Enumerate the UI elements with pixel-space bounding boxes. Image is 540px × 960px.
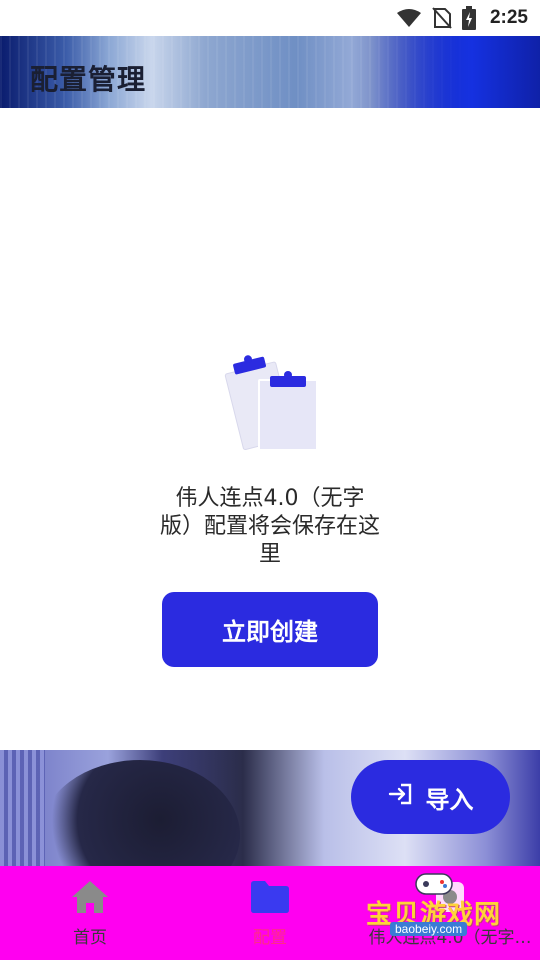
nav-item-label: 首页 [73,927,107,948]
home-icon [70,879,110,919]
create-now-button[interactable]: 立即创建 [162,592,378,667]
clipboard-icon [224,350,320,456]
import-icon [388,782,414,812]
nav-item-label: 配置 [253,927,287,948]
nav-item-app[interactable]: 伟人连点4.0（无字… [360,866,540,960]
page-title: 配置管理 [30,63,147,96]
nav-item-label: 伟人连点4.0（无字… [368,927,532,948]
folder-icon [249,879,291,919]
status-bar: 2:25 [0,0,540,36]
status-time: 2:25 [489,7,528,28]
app-icon [430,879,470,919]
empty-state-message: 伟人连点4.0（无字版）配置将会保存在这里 [160,486,381,567]
app-header: 配置管理 [0,36,540,108]
bottom-navigation: 首页 配置 伟人连点4.0（无字… [0,866,540,960]
battery-charging-icon [461,6,476,30]
nav-item-home[interactable]: 首页 [0,866,180,960]
nav-item-config[interactable]: 配置 [180,866,360,960]
import-label: 导入 [425,785,474,814]
wifi-icon [396,8,422,28]
no-sim-icon [432,7,452,29]
import-button[interactable]: 导入 [351,760,510,834]
screen: 2:25 配置管理 伟人连点4.0（无字版）配置将会保存在这里 立即创建 导入 … [0,0,540,960]
